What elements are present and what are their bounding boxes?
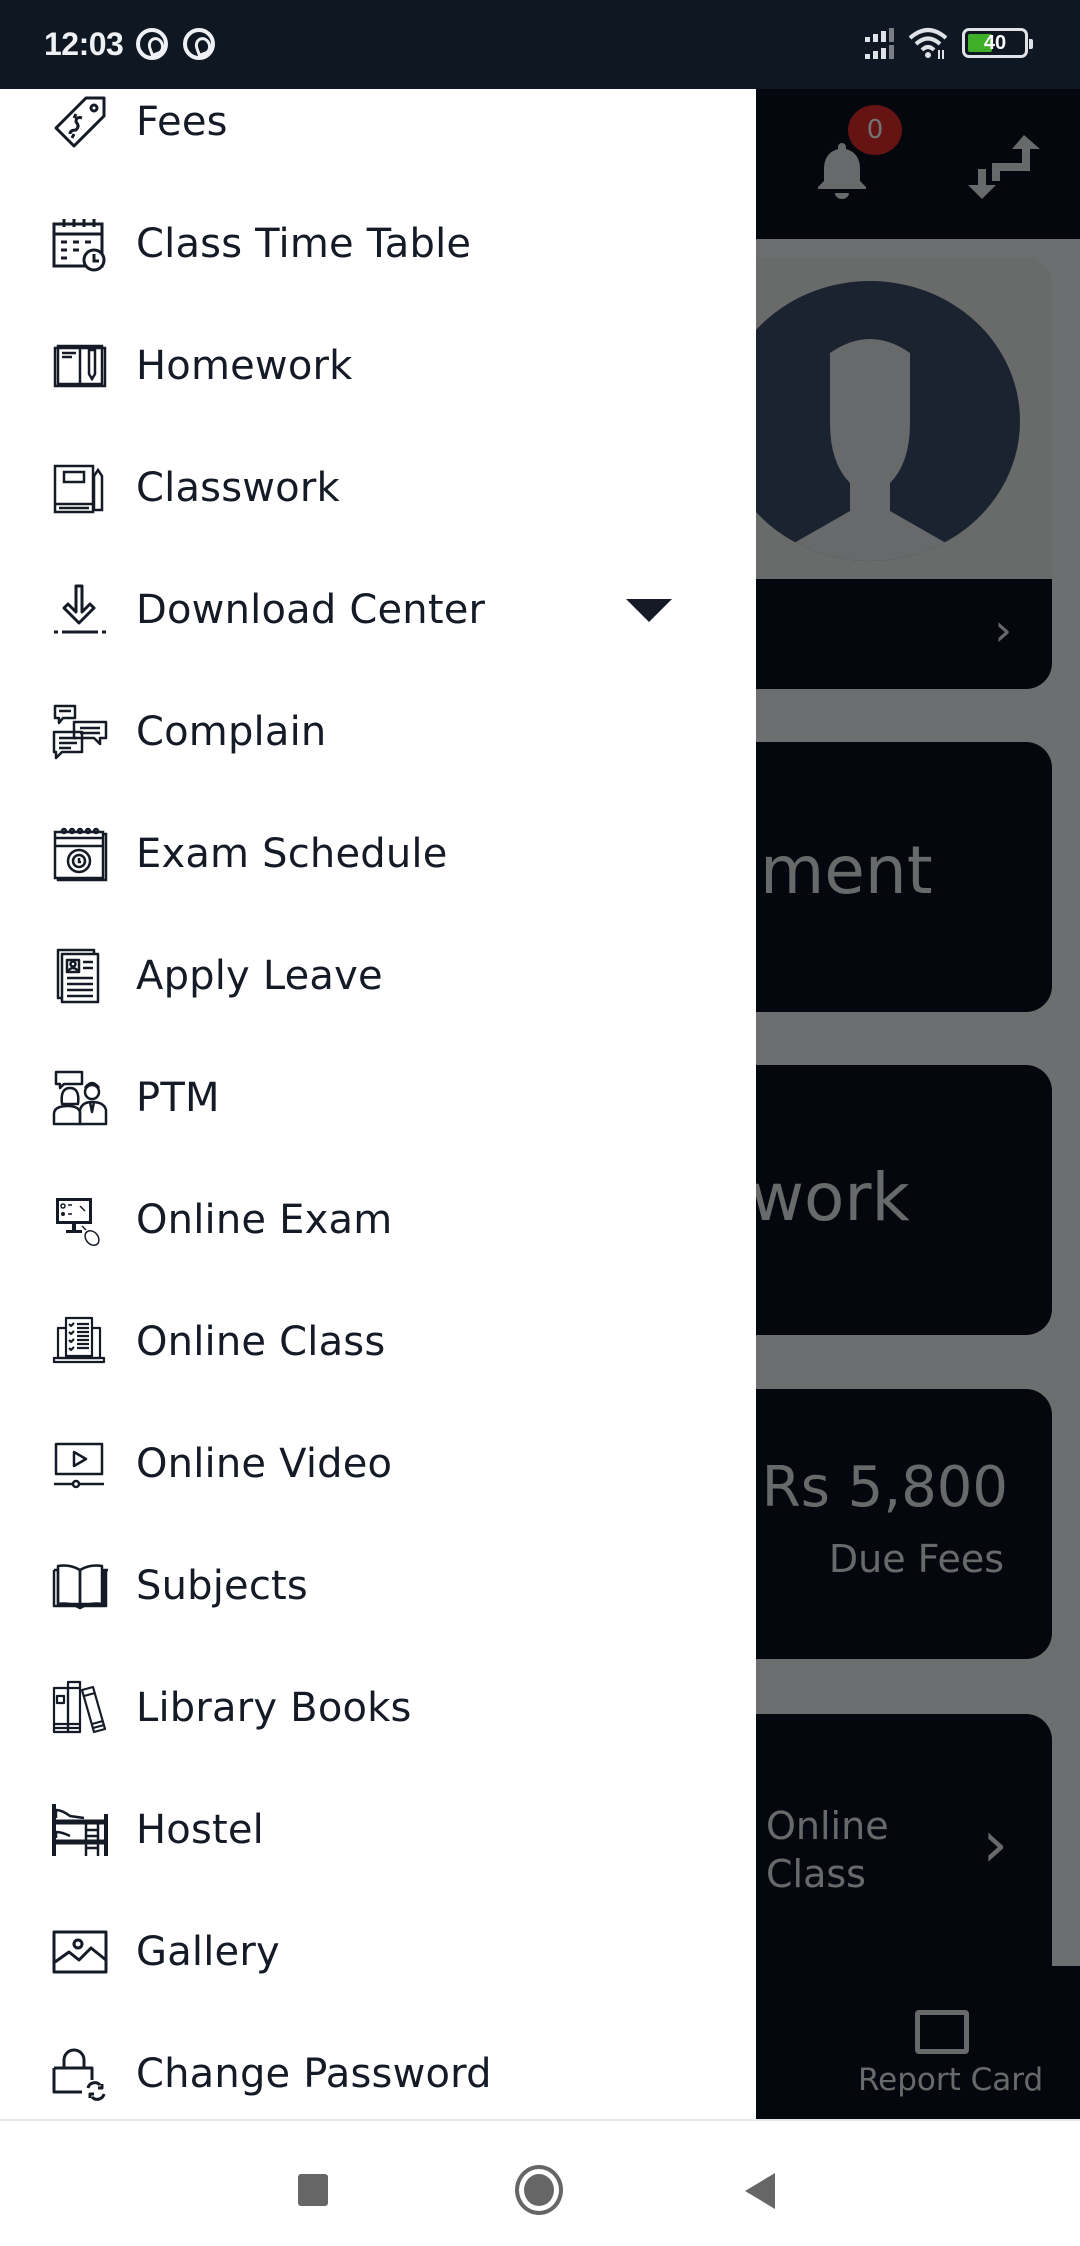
drawer-item-label: Complain: [136, 709, 327, 755]
lock-refresh-icon: [52, 2046, 108, 2102]
drawer-item-label: Subjects: [136, 1563, 308, 1609]
navigation-drawer: Fees Class Time Table Homework Classwork…: [0, 89, 756, 2119]
drawer-item-class-time-table[interactable]: Class Time Table: [0, 183, 756, 305]
wifi-icon: [908, 28, 948, 59]
drawer-item-label: Fees: [136, 99, 228, 145]
price-tag-icon: [52, 94, 108, 150]
bunk-bed-icon: [52, 1802, 108, 1858]
status-bar: 12:03 40: [0, 0, 1080, 89]
drawer-item-label: Class Time Table: [136, 221, 472, 267]
drawer-item-change-password[interactable]: Change Password: [0, 2013, 756, 2119]
download-icon: [52, 582, 108, 638]
drawer-item-label: Gallery: [136, 1929, 280, 1975]
drawer-item-subjects[interactable]: Subjects: [0, 1525, 756, 1647]
drawer-item-label: Online Exam: [136, 1197, 393, 1243]
expand-caret-icon[interactable]: [626, 598, 672, 622]
drawer-item-label: Online Video: [136, 1441, 393, 1487]
drawer-item-classwork[interactable]: Classwork: [0, 427, 756, 549]
drawer-item-exam-schedule[interactable]: Exam Schedule: [0, 793, 756, 915]
recents-button[interactable]: [298, 2174, 328, 2206]
book-pencil-icon: [52, 460, 108, 516]
image-icon: [52, 1924, 108, 1980]
drawer-item-online-class[interactable]: Online Class: [0, 1281, 756, 1403]
drawer-item-label: Change Password: [136, 2051, 492, 2097]
calendar-clock-icon: [52, 216, 108, 272]
signal-icon: [865, 27, 894, 59]
status-time: 12:03: [44, 26, 124, 62]
drawer-item-label: Library Books: [136, 1685, 412, 1731]
battery-level: 40: [983, 32, 1007, 54]
back-button[interactable]: [745, 2173, 775, 2209]
drawer-item-fees[interactable]: Fees: [0, 89, 756, 183]
drawer-item-hostel[interactable]: Hostel: [0, 1769, 756, 1891]
drawer-item-label: Classwork: [136, 465, 340, 511]
system-navigation-bar: [0, 2119, 1080, 2246]
open-book-icon: [52, 1558, 108, 1614]
drawer-item-label: PTM: [136, 1075, 220, 1121]
video-player-icon: [52, 1436, 108, 1492]
drawer-item-download-center[interactable]: Download Center: [0, 549, 756, 671]
books-shelf-icon: [52, 1680, 108, 1736]
drawer-item-gallery[interactable]: Gallery: [0, 1891, 756, 2013]
home-button[interactable]: [515, 2165, 563, 2215]
q-notification-icon: [136, 28, 168, 60]
chat-bubbles-icon: [52, 704, 108, 760]
drawer-item-homework[interactable]: Homework: [0, 305, 756, 427]
drawer-item-ptm[interactable]: PTM: [0, 1037, 756, 1159]
drawer-item-label: Hostel: [136, 1807, 264, 1853]
notebook-pencil-icon: [52, 338, 108, 394]
drawer-item-online-exam[interactable]: Online Exam: [0, 1159, 756, 1281]
monitor-quiz-icon: [52, 1192, 108, 1248]
calendar-timer-icon: [52, 826, 108, 882]
drawer-item-complain[interactable]: Complain: [0, 671, 756, 793]
drawer-item-library-books[interactable]: Library Books: [0, 1647, 756, 1769]
drawer-item-online-video[interactable]: Online Video: [0, 1403, 756, 1525]
drawer-item-apply-leave[interactable]: Apply Leave: [0, 915, 756, 1037]
q-notification-icon: [183, 28, 215, 60]
drawer-item-label: Homework: [136, 343, 353, 389]
drawer-item-label: Exam Schedule: [136, 831, 448, 877]
battery-icon: 40: [962, 28, 1033, 58]
laptop-checklist-icon: [52, 1314, 108, 1370]
document-profile-icon: [52, 948, 108, 1004]
drawer-item-label: Apply Leave: [136, 953, 383, 999]
parent-teacher-icon: [52, 1070, 108, 1126]
drawer-item-label: Download Center: [136, 587, 486, 633]
drawer-item-label: Online Class: [136, 1319, 386, 1365]
